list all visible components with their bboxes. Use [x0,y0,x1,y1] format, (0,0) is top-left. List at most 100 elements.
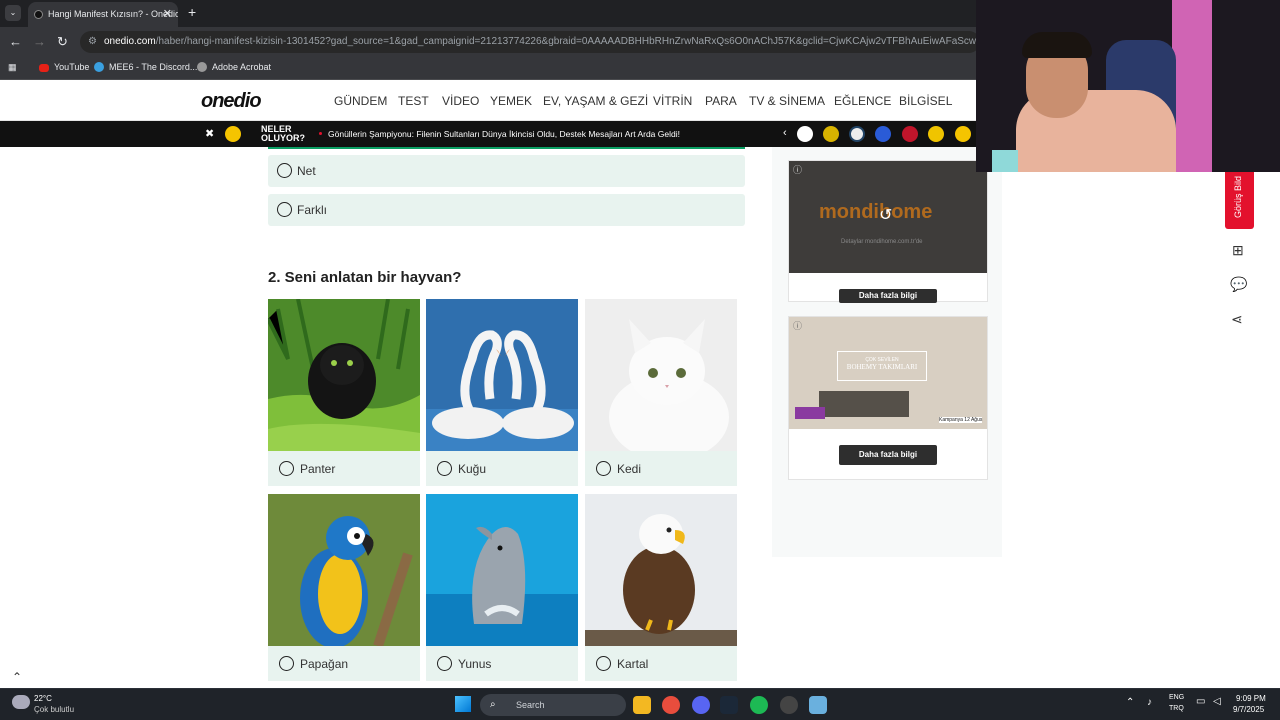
nav-eglence[interactable]: EĞLENCE [834,94,891,108]
answer-card-kugu[interactable]: Kuğu [426,299,578,486]
clock-time[interactable]: 9:09 PM [1236,694,1266,703]
replay-icon[interactable]: ↺ [879,205,892,225]
option-farkli[interactable]: Farklı [268,194,745,226]
obs-icon[interactable] [780,696,798,714]
apps-grid-icon[interactable]: ▦ [8,62,17,73]
nav-yemek[interactable]: YEMEK [490,94,532,108]
steam-icon[interactable] [720,696,738,714]
nav-ev-yasam-gezi[interactable]: EV, YAŞAM & GEZİ [543,94,648,108]
onedio-logo[interactable]: onedio [201,90,262,113]
nav-tv-sinema[interactable]: TV & SİNEMA [749,94,825,108]
file-explorer-icon[interactable] [633,696,651,714]
ticker-brand-icon[interactable] [797,126,813,142]
radio-button[interactable] [437,656,452,671]
answer-label: Papağan [300,657,349,671]
ad-bohemy[interactable]: ⓘ ÇOK SEVİLEN BOHEMY TAKIMLARI Kampanya … [788,316,988,480]
shuffle-icon[interactable]: ✖ [205,127,214,140]
parrot-image [268,494,420,646]
share-icon[interactable]: ⋖ [1231,311,1243,328]
ad-info-icon[interactable]: ⓘ [793,163,802,176]
ad-info-icon[interactable]: ⓘ [793,319,802,332]
bookmark-add-icon[interactable]: ⊞ [1232,242,1244,259]
answer-card-panter[interactable]: Panter [268,299,420,486]
chevron-left-icon[interactable]: ‹ [783,127,787,139]
bookmark-label: YouTube [54,62,90,72]
ticker-brand-icon[interactable] [902,126,918,142]
radio-button[interactable] [596,656,611,671]
nav-gundem[interactable]: GÜNDEM [334,94,387,108]
site-info-icon[interactable]: ⚙ [88,31,97,53]
answer-card-kedi[interactable]: Kedi [585,299,737,486]
back-icon[interactable]: ← [9,34,22,49]
ticker-brand-icon[interactable] [823,126,839,142]
ticker-headline[interactable]: Gönüllerin Şampiyonu: Filenin Sultanları… [328,129,680,139]
browser-tab[interactable]: Hangi Manifest Kızısın? - Onedio ✕ [28,2,178,27]
bookmark-youtube[interactable]: YouTube [39,62,89,72]
radio-button[interactable] [437,461,452,476]
tray-chevron-up-icon[interactable]: ⌃ [1126,697,1134,708]
forward-icon[interactable]: → [33,34,46,49]
chrome-icon[interactable] [662,696,680,714]
ticker-brand-icon[interactable] [955,126,971,142]
radio-button[interactable] [279,656,294,671]
site-header: onedio GÜNDEM TEST VİDEO YEMEK EV, YAŞAM… [0,80,976,121]
option-net[interactable]: Net [268,155,745,187]
search-icon: ⌕ [490,699,496,710]
ticker-brand-icon[interactable] [875,126,891,142]
radio-button[interactable] [277,202,292,217]
spotify-icon[interactable] [750,696,768,714]
shelf-light [1172,0,1212,172]
address-bar[interactable]: ⚙ onedio.com/haber/hangi-manifest-kizisi… [80,31,980,53]
answer-card-papagan[interactable]: Papağan [268,494,420,681]
url-path: /haber/hangi-manifest-kizisin-1301452?ga… [155,36,980,47]
answer-card-kartal[interactable]: Kartal [585,494,737,681]
ticker-brand-icon[interactable] [849,126,865,142]
nav-vitrin[interactable]: VİTRİN [653,94,692,108]
ad-more-info-button[interactable]: Daha fazla bilgi [839,445,937,465]
weather-temp[interactable]: 22°C [34,694,52,703]
ad-more-info-button[interactable]: Daha fazla bilgi [839,289,937,303]
ad-logo-badge [795,407,825,419]
scroll-up-icon[interactable]: ⌃ [12,670,22,684]
microphone-icon[interactable]: ♪ [1147,697,1152,708]
radio-button[interactable] [277,163,292,178]
lang-layout[interactable]: TRQ [1169,705,1184,712]
volume-icon[interactable]: ◁ [1213,696,1221,707]
answer-card-yunus[interactable]: Yunus [426,494,578,681]
tab-search-button[interactable]: ⌄ [5,5,21,21]
close-tab-icon[interactable]: ✕ [163,2,172,27]
nav-bilgisel[interactable]: BİLGİSEL [899,94,952,108]
clock-date[interactable]: 9/7/2025 [1233,705,1264,714]
browser-nav-bar: ← → ↻ ⚙ onedio.com/haber/hangi-manifest-… [0,27,980,57]
feedback-tab-label: Görüş Bild [1233,175,1243,218]
feedback-tab[interactable]: Görüş Bild [1225,172,1254,229]
weather-desc[interactable]: Çok bulutlu [34,705,74,714]
comments-icon[interactable]: 💬 [1230,276,1247,293]
app-icon[interactable] [809,696,827,714]
lang-code[interactable]: ENG [1169,694,1184,701]
bookmark-adobe-acrobat[interactable]: Adobe Acrobat [197,62,271,72]
swans-image [426,299,578,451]
ad-mondihome[interactable]: ⓘ mondihome Detaylar mondihome.com.tr'de… [788,160,988,303]
answer-label: Panter [300,462,336,476]
bookmark-mee6[interactable]: MEE6 - The Discord... [94,62,197,72]
reload-icon[interactable]: ↻ [57,34,68,50]
weather-cloud-icon[interactable] [12,695,30,709]
webcam-overlay [976,0,1280,172]
radio-button[interactable] [596,461,611,476]
mee6-icon [94,62,104,72]
network-icon[interactable]: ▭ [1196,696,1205,707]
taskbar-search[interactable]: ⌕ Search [480,694,626,716]
nav-para[interactable]: PARA [705,94,737,108]
webcam-lamp [992,150,1018,172]
tv-icon[interactable] [225,126,241,142]
nav-test[interactable]: TEST [398,94,429,108]
new-tab-button[interactable]: + [188,4,196,20]
ticker-brand-icon[interactable] [928,126,944,142]
windows-start-icon[interactable] [455,696,471,712]
answer-label: Kartal [617,657,649,671]
nav-video[interactable]: VİDEO [442,94,479,108]
windows-taskbar: 22°C Çok bulutlu ⌕ Search ⌃ ♪ ENG TRQ ▭ … [0,688,1280,720]
discord-icon[interactable] [692,696,710,714]
radio-button[interactable] [279,461,294,476]
